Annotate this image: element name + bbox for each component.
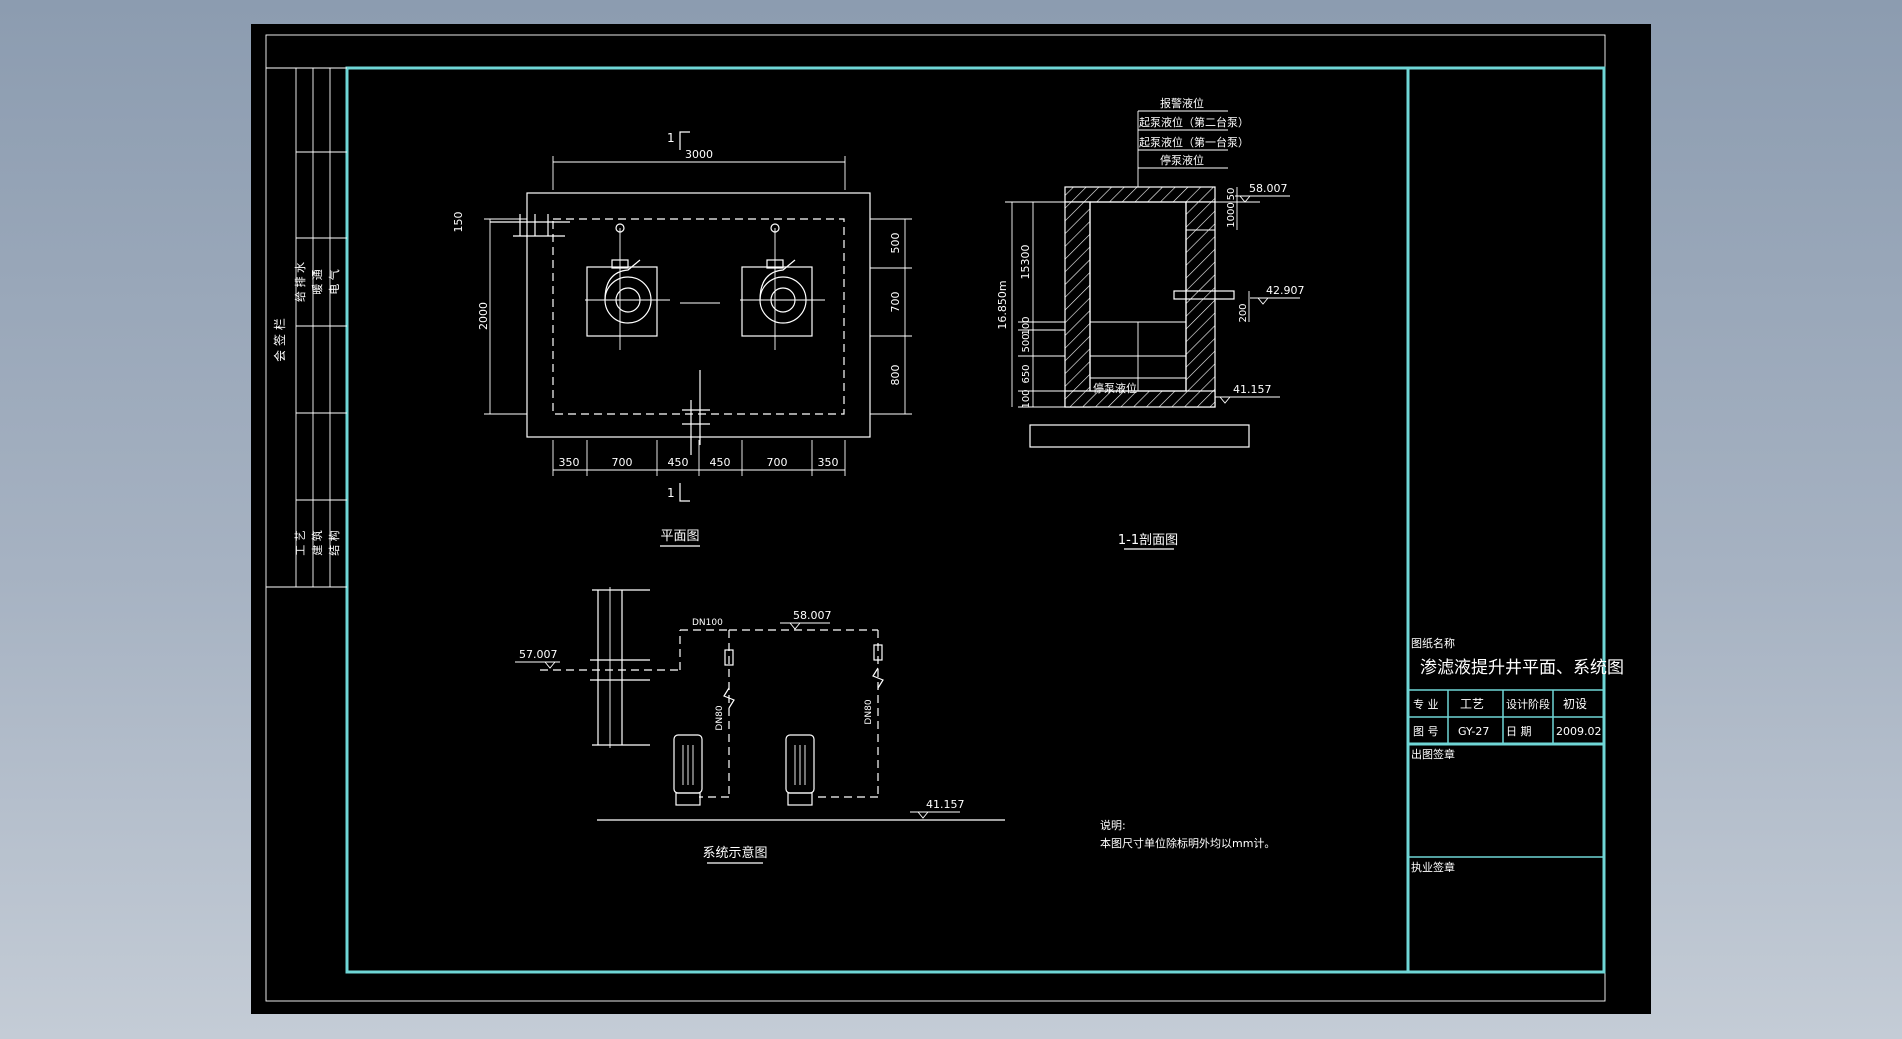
issue-sign-label: 出图签章 <box>1411 747 1455 761</box>
schematic-elev-top: 58.007 <box>793 609 832 622</box>
plan-bottom-dim-3: 450 <box>668 456 689 469</box>
license-sign-label: 执业签章 <box>1411 860 1455 874</box>
discipline-hvac: 暖 通 <box>311 269 324 295</box>
date-value: 2009.02 <box>1556 725 1602 738</box>
plan-height-dim: 2000 <box>477 302 490 330</box>
plan-right-dim-3: 800 <box>889 365 902 386</box>
section-dim-right-1: 50 <box>1226 188 1237 201</box>
section-top-slab <box>1064 186 1216 203</box>
stage-label: 设计阶段 <box>1506 697 1550 711</box>
elev-top: 58.007 <box>1249 182 1288 195</box>
elev-bottom: 41.157 <box>1233 383 1272 396</box>
level-stop-pump: 停泵液位 <box>1160 153 1204 167</box>
section-stop-level-label: 停泵液位 <box>1093 381 1137 395</box>
schematic-caption: 系统示意图 <box>702 845 767 861</box>
section-dim-left-5: 100 <box>1021 389 1032 408</box>
discipline-water: 给 排 水 <box>293 262 307 302</box>
title-name-label: 图纸名称 <box>1411 636 1455 650</box>
number-label: 图 号 <box>1413 725 1439 738</box>
number-value: GY-27 <box>1458 725 1489 738</box>
schematic-pipe-branch-left: DN80 <box>715 705 725 730</box>
section-elev-left: 16.850m <box>996 280 1009 329</box>
signature-strip-title: 会 签 栏 <box>272 318 287 362</box>
section-bottom-slab <box>1064 390 1216 408</box>
discipline-label: 专 业 <box>1413 697 1439 711</box>
plan-bottom-dim-5: 700 <box>767 456 788 469</box>
section-dim-left-2: 100 <box>1021 316 1032 335</box>
stage-value: 初设 <box>1563 697 1587 711</box>
schematic-elev-bottom: 41.157 <box>926 798 965 811</box>
section-dim-right-2: 1000 <box>1226 202 1237 227</box>
plan-left-top-dim: 150 <box>452 212 465 233</box>
schematic-elev-left: 57.007 <box>519 648 558 661</box>
section-right-wall <box>1185 201 1216 408</box>
discipline-value: 工艺 <box>1460 697 1484 711</box>
section-dim-left-3: 500 <box>1021 333 1032 352</box>
plan-caption: 平面图 <box>660 529 699 544</box>
plan-bottom-dim-4: 450 <box>710 456 731 469</box>
elev-pipe: 42.907 <box>1266 284 1305 297</box>
plan-right-dim-2: 700 <box>889 292 902 313</box>
schematic-pipe-main: DN100 <box>692 618 723 628</box>
level-start-pump-1: 起泵液位（第一台泵） <box>1139 135 1249 149</box>
date-label: 日 期 <box>1506 725 1532 738</box>
discipline-architecture: 建 筑 <box>310 530 324 556</box>
plan-width-dim: 3000 <box>685 148 713 161</box>
level-alarm: 报警液位 <box>1160 96 1204 110</box>
section-dim-left-1: 15300 <box>1019 245 1032 280</box>
section-left-wall <box>1064 201 1091 408</box>
plan-section-mark-top: 1 <box>667 131 675 145</box>
section-dim-pipe: 200 <box>1238 303 1249 322</box>
discipline-process: 工 艺 <box>294 530 307 556</box>
plan-bottom-dim-1: 350 <box>559 456 580 469</box>
section-dim-left-4: 650 <box>1021 364 1032 383</box>
cad-drawing-canvas: 会 签 栏 给 排 水 暖 通 电 气 工 艺 建 筑 结 构 1 1 3000… <box>251 24 1651 1014</box>
plan-right-dim-1: 500 <box>889 233 902 254</box>
level-start-pump-2: 起泵液位（第二台泵） <box>1139 115 1249 129</box>
discipline-electric: 电 气 <box>327 269 341 295</box>
notes-title: 说明: <box>1100 818 1126 832</box>
drawing-name: 渗滤液提升井平面、系统图 <box>1420 658 1624 678</box>
plan-bottom-dim-2: 700 <box>612 456 633 469</box>
section-caption: 1-1剖面图 <box>1118 533 1178 548</box>
discipline-structure: 结 构 <box>327 530 341 556</box>
plan-bottom-dim-6: 350 <box>818 456 839 469</box>
notes-body: 本图尺寸单位除标明外均以mm计。 <box>1100 836 1275 850</box>
schematic-pipe-branch-right: DN80 <box>864 699 874 724</box>
plan-section-mark-bottom: 1 <box>667 486 675 500</box>
